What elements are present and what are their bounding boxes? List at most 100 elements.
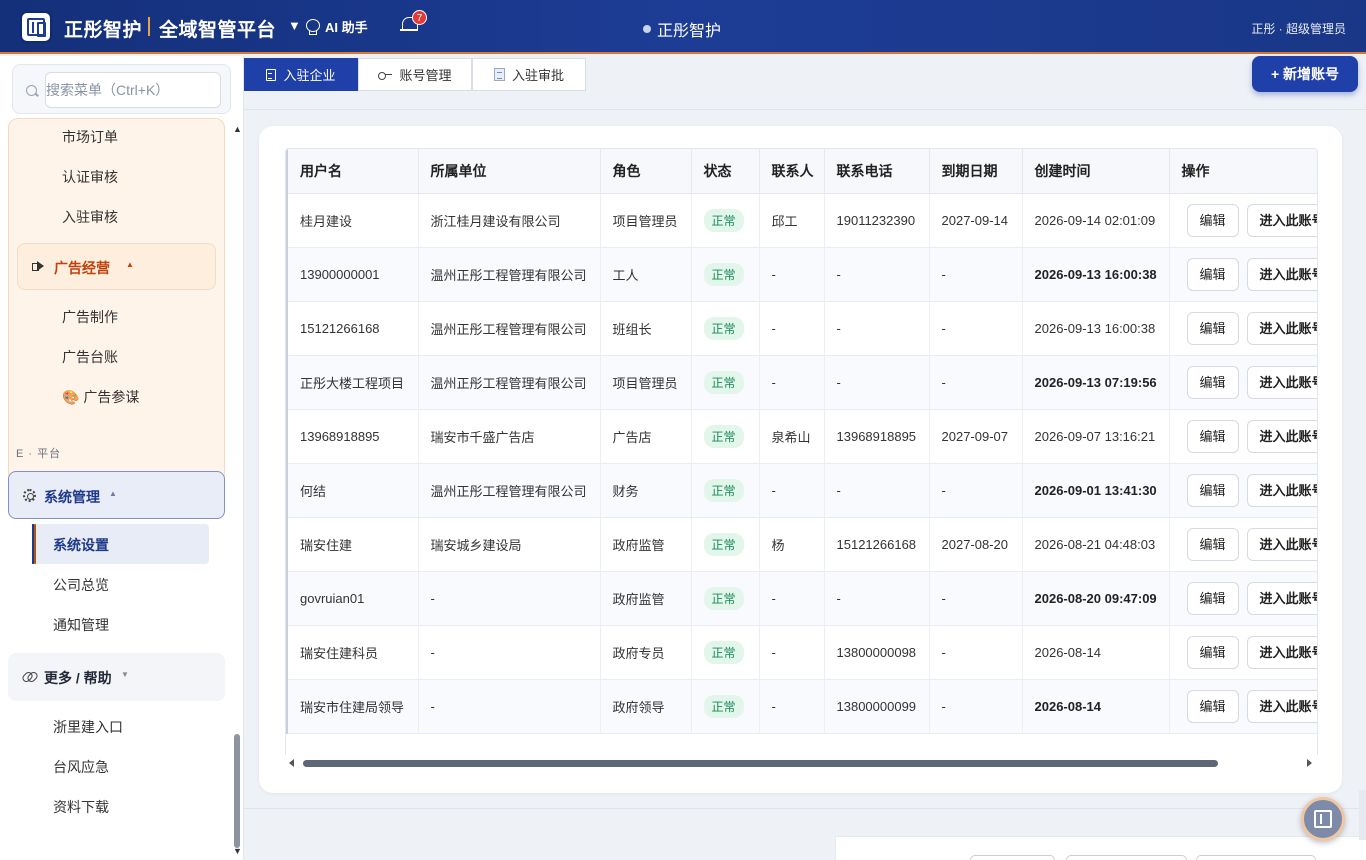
created-cell: 2026-08-21 04:48:03 [1022,517,1170,572]
page-scrollbar[interactable] [1359,790,1366,840]
brand-name: 正彤智护 [64,20,143,41]
edit-button[interactable]: 编辑 [1186,581,1239,615]
actions-cell: 编辑进入此账号 [1169,625,1317,680]
enter-account-button[interactable]: 进入此账号 [1246,203,1317,237]
sidebar-item-zhelijian[interactable]: 浙里建入口 [53,717,123,737]
expiry-cell: - [929,247,1023,302]
enter-account-button[interactable]: 进入此账号 [1246,581,1317,615]
scroll-right-arrow[interactable] [1307,759,1312,767]
enter-account-button[interactable]: 进入此账号 [1246,257,1317,291]
created-cell: 2026-08-14 [1022,625,1170,680]
sidebar-item-company-overview[interactable]: 公司总览 [53,575,109,595]
username-cell: 正彤大楼工程项目 [286,355,419,410]
status-cell: 正常 [691,247,760,302]
table-row[interactable]: 何结 温州正彤工程管理有限公司 财务 正常 - - -2026-09-01 13:41:30… [286,463,1317,518]
pagination-button[interactable] [970,855,1055,860]
floating-assistant-button[interactable] [1301,797,1345,841]
table-row[interactable]: 正彤大楼工程项目 温州正彤工程管理有限公司 项目管理员 正常 - - -2026-09-13… [286,355,1317,410]
scroll-left-arrow[interactable] [289,759,294,767]
edit-button[interactable]: 编辑 [1186,527,1239,561]
sidebar-item-notifications[interactable]: 通知管理 [53,615,109,635]
user-info[interactable]: 正彤 · 超级管理员 [1251,20,1346,37]
menu-search-input[interactable] [45,72,221,108]
edit-button[interactable]: 编辑 [1186,419,1239,453]
sidebar-item-typhoon[interactable]: 台风应急 [53,757,109,777]
add-account-button[interactable]: + 新增账号 [1252,56,1358,92]
table-row[interactable]: 瑞安住建 瑞安城乡建设局 政府监管 正常杨 15121266168 2027-08-20 2… [286,517,1317,572]
sidebar-item-downloads[interactable]: 资料下载 [53,797,109,817]
enter-account-button[interactable]: 进入此账号 [1246,365,1317,399]
scroll-down-arrow[interactable]: ▼ [233,846,242,856]
column-header: 操作 [1169,149,1317,194]
table-horizontal-scrollbar[interactable] [285,755,1318,772]
sidebar-item-entry-review[interactable]: 入驻审核 [62,207,118,227]
enter-account-button[interactable]: 进入此账号 [1246,635,1317,669]
system-group-header[interactable]: 系统管理 ▲ [8,471,225,519]
platform-dropdown-icon[interactable]: ▼ [288,18,301,33]
edit-button[interactable]: 编辑 [1186,473,1239,507]
edit-button[interactable]: 编辑 [1186,257,1239,291]
pagination-button[interactable] [1066,855,1187,860]
section-label-platform: E · 平台 [16,448,62,460]
table-row[interactable]: govruian01- 政府监管 正常 - - -2026-08-20 09:47:09 编… [286,571,1317,626]
scroll-up-arrow[interactable]: ▲ [233,124,242,134]
table-row[interactable]: 瑞安住建科员 - 政府专员 正常 -13800000098-2026-08-14 编辑 进入… [286,625,1317,680]
enter-account-button[interactable]: 进入此账号 [1246,311,1317,345]
table-row[interactable]: 瑞安市住建局领导 - 政府领导 正常 -13800000099-2026-08-14 编辑… [286,679,1317,734]
tab-enterprises[interactable]: 入驻企业 [244,58,358,91]
contact-cell: - [759,463,825,518]
sidebar-item-cert-review[interactable]: 认证审核 [62,167,118,187]
edit-button[interactable]: 编辑 [1186,203,1239,237]
enter-account-button[interactable]: 进入此账号 [1246,689,1317,723]
unit-cell: 温州正彤工程管理有限公司 [418,301,601,356]
role-cell: 政府监管 [600,517,692,572]
table-row[interactable]: 15121266168 温州正彤工程管理有限公司 班组长 正常 - - -2026-09-1… [286,301,1317,356]
app-logo-icon[interactable] [20,11,52,43]
tab-label: 入驻企业 [283,68,336,83]
enter-account-button[interactable]: 进入此账号 [1246,527,1317,561]
status-badge: 正常 [703,478,744,502]
ai-assistant-button[interactable]: AI 助手 [305,17,368,36]
expiry-cell: - [929,463,1023,518]
sidebar-item-system-settings[interactable]: 系统设置 [32,524,209,564]
tab-entry-approval[interactable]: 入驻审批 [472,58,586,91]
sidebar-item-market-orders[interactable]: 市场订单 [62,127,118,147]
column-header: 状态 [691,149,760,194]
edit-button[interactable]: 编辑 [1186,311,1239,345]
column-header: 创建时间 [1022,149,1170,194]
tab-accounts[interactable]: 账号管理 [358,58,472,91]
pagination-button[interactable] [1196,855,1316,860]
actions-cell: 编辑进入此账号 [1169,571,1317,626]
role-cell: 项目管理员 [600,355,692,410]
scrollbar-thumb[interactable] [303,760,1218,767]
table-header-row: 用户名 所属单位 角色 状态 联系人 联系电话 到期日期 创建时间 操作 [286,149,1317,194]
sidebar-item-ad-ledger[interactable]: 广告台账 [62,347,118,367]
actions-cell: 编辑进入此账号 [1169,247,1317,302]
sidebar-item-ad-production[interactable]: 广告制作 [62,307,118,327]
unit-cell: 瑞安城乡建设局 [418,517,601,572]
edit-button[interactable]: 编辑 [1186,365,1239,399]
status-cell: 正常 [691,409,760,464]
ad-group-title: 广告经营 [54,260,110,276]
phone-cell: - [824,463,930,518]
sidebar-item-ad-advisor[interactable]: 🎨 广告参谋 [62,387,139,407]
sidebar-scrollbar[interactable] [234,734,240,848]
help-group-header[interactable]: 更多 / 帮助 ▼ [8,653,225,701]
table-row[interactable]: 13900000001 温州正彤工程管理有限公司 工人 正常 - - -2026-09-13… [286,247,1317,302]
status-cell: 正常 [691,301,760,356]
enter-account-button[interactable]: 进入此账号 [1246,473,1317,507]
expiry-cell: - [929,679,1023,734]
enter-account-button[interactable]: 进入此账号 [1246,419,1317,453]
actions-cell: 编辑进入此账号 [1169,193,1317,248]
created-cell: 2026-09-01 13:41:30 [1022,463,1170,518]
actions-cell: 编辑进入此账号 [1169,301,1317,356]
username-cell: 瑞安住建科员 [286,625,419,680]
edit-button[interactable]: 编辑 [1186,689,1239,723]
unit-cell: - [418,571,601,626]
table-row[interactable]: 桂月建设 浙江桂月建设有限公司 项目管理员 正常 邱工 19011232390 2027-0… [286,193,1317,248]
ad-group-header[interactable]: 广告经营 ▲ [17,243,216,290]
table-row[interactable]: 13968918895 瑞安市千盛广告店 广告店 正常 泉希山 13968918895 20… [286,409,1317,464]
phone-cell: - [824,571,930,626]
role-cell: 广告店 [600,409,692,464]
edit-button[interactable]: 编辑 [1186,635,1239,669]
